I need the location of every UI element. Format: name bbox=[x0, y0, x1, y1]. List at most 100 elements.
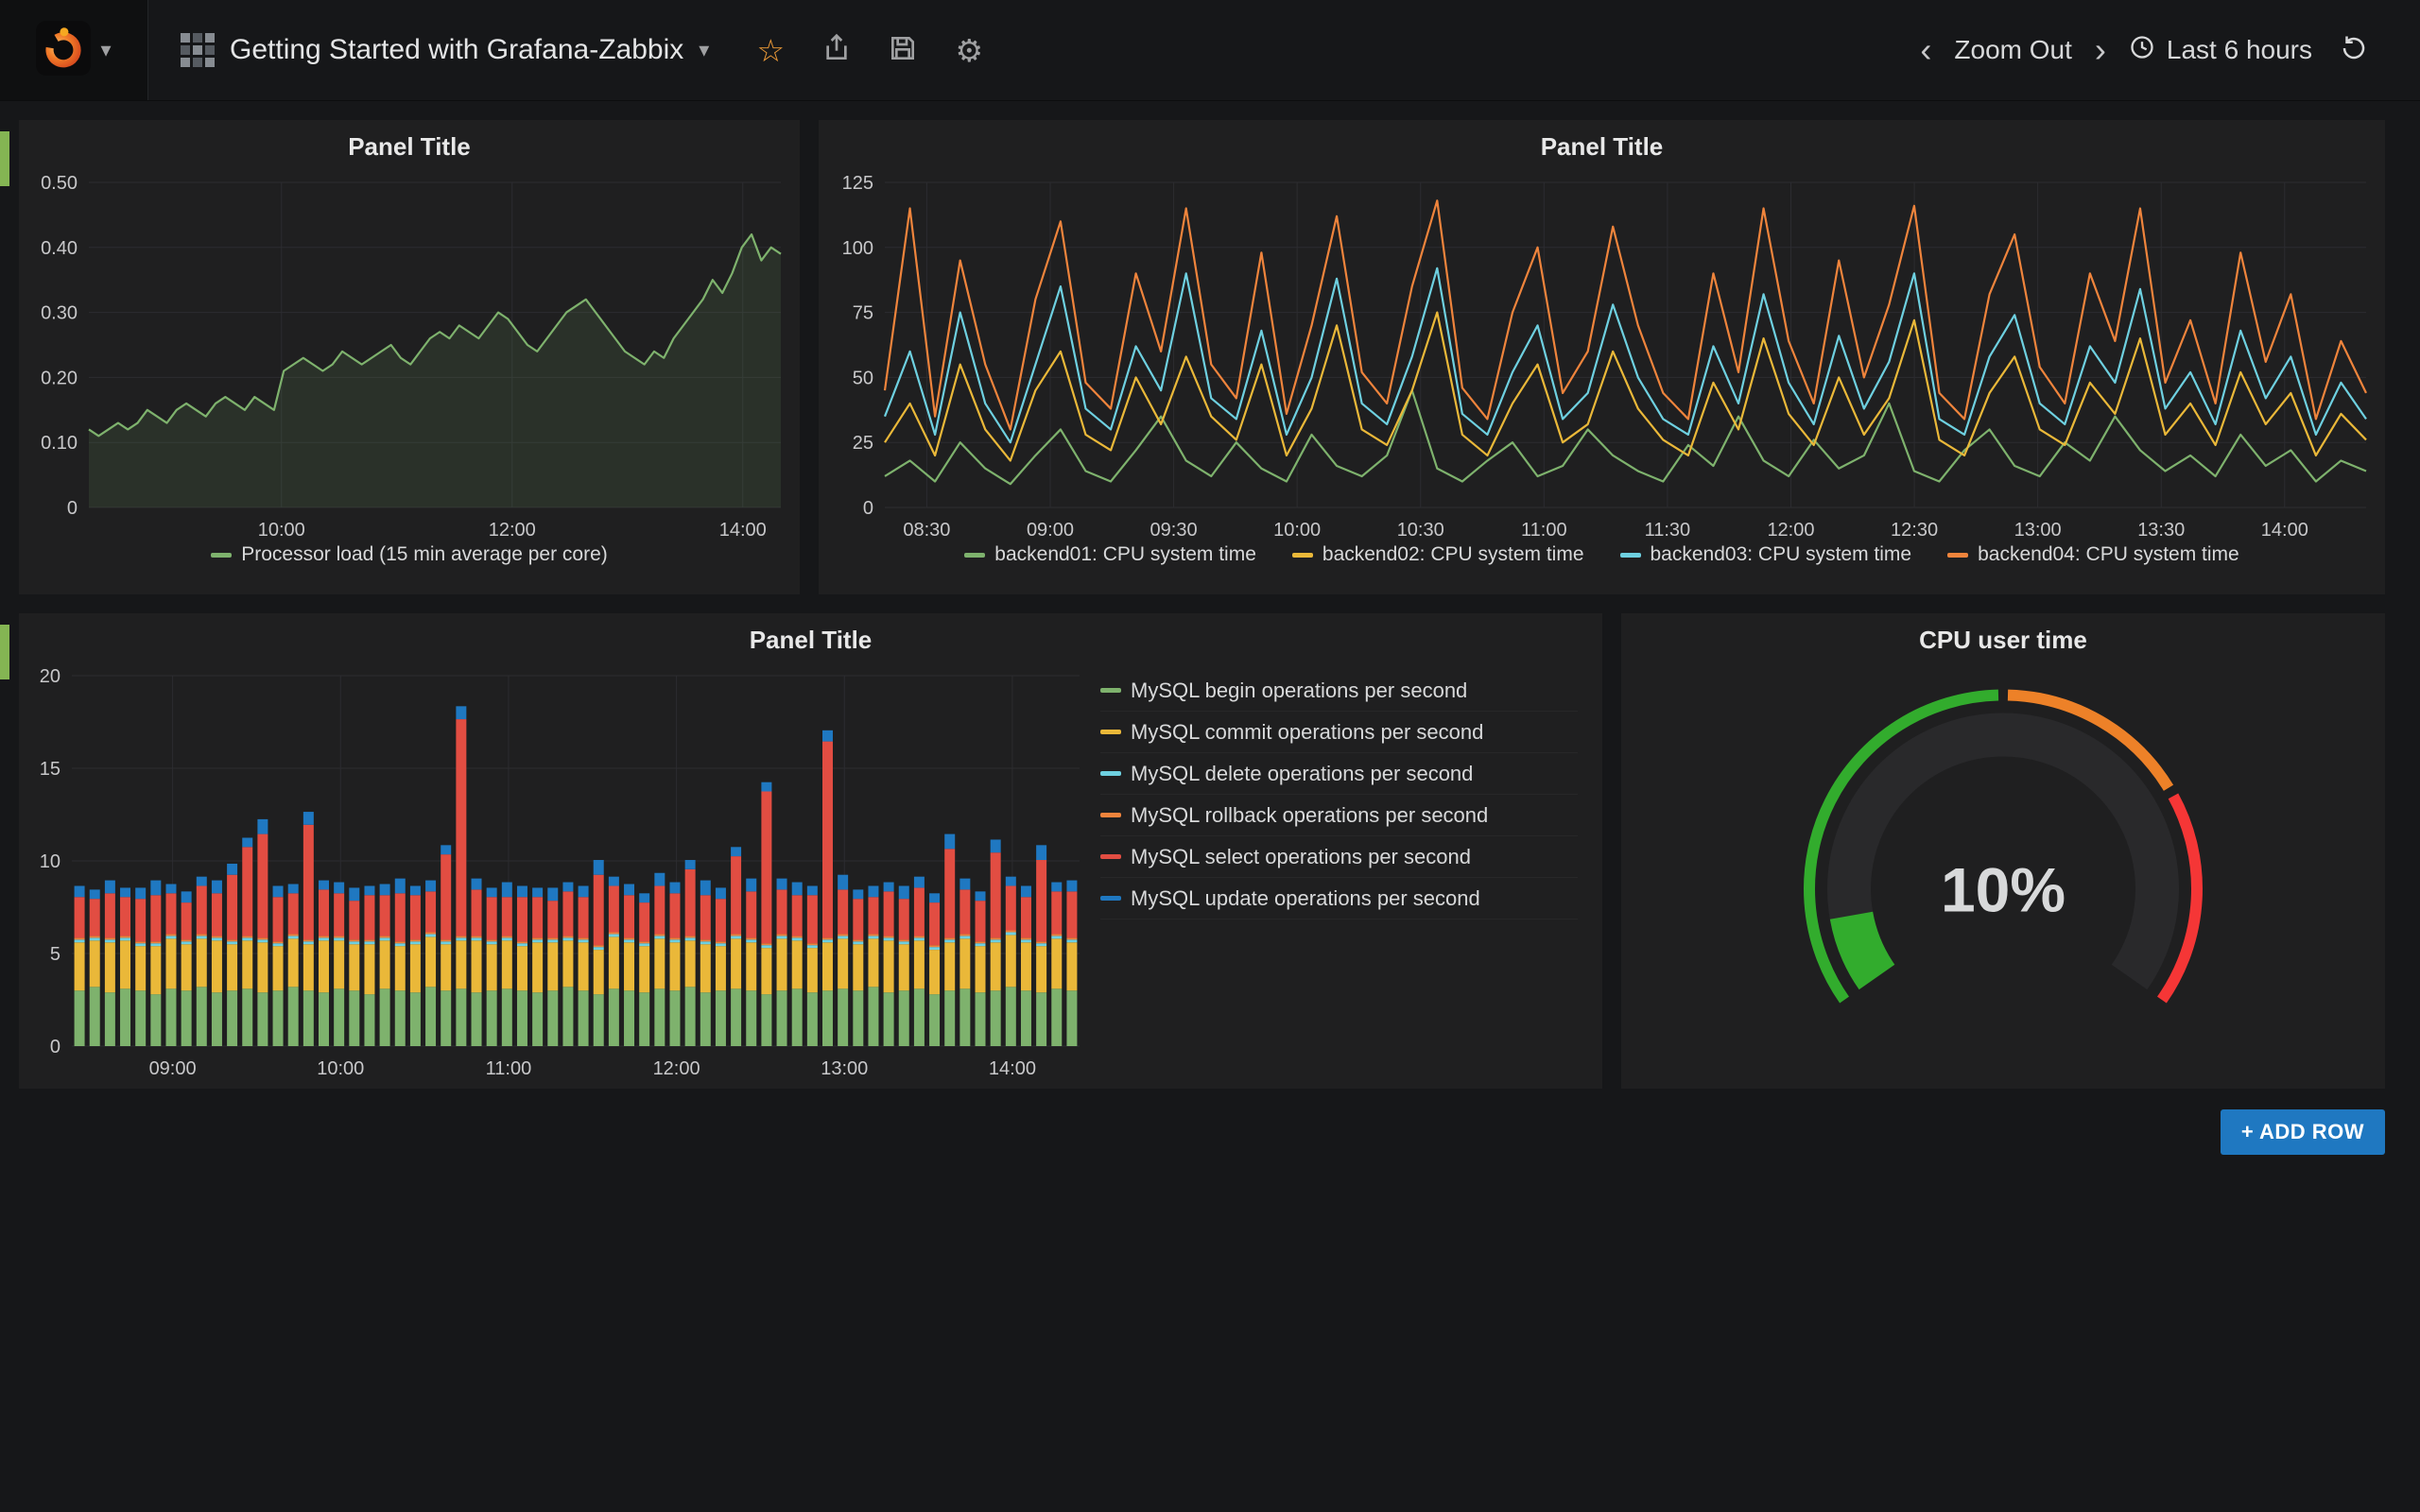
gauge-cpu-user-time[interactable]: 10% bbox=[1621, 662, 2385, 1089]
legend-swatch-icon bbox=[1100, 730, 1121, 734]
panel-title[interactable]: Panel Title bbox=[19, 120, 800, 169]
svg-text:11:00: 11:00 bbox=[486, 1058, 532, 1079]
gear-icon: ⚙ bbox=[955, 35, 983, 66]
svg-text:0: 0 bbox=[67, 498, 78, 519]
svg-text:12:00: 12:00 bbox=[489, 520, 536, 541]
star-button[interactable]: ☆ bbox=[737, 17, 804, 83]
share-button[interactable] bbox=[804, 17, 870, 83]
svg-text:5: 5 bbox=[50, 944, 60, 965]
star-icon: ☆ bbox=[756, 35, 785, 66]
svg-text:13:30: 13:30 bbox=[2137, 520, 2185, 541]
legend-item[interactable]: MySQL delete operations per second bbox=[1100, 753, 1578, 795]
legend-label: backend02: CPU system time bbox=[1322, 543, 1584, 566]
legend-item[interactable]: backend01: CPU system time bbox=[964, 543, 1256, 566]
legend-swatch-icon bbox=[211, 553, 232, 558]
legend-swatch-icon bbox=[964, 553, 985, 558]
gauge-canvas[interactable]: 10% bbox=[1621, 662, 2385, 1089]
grafana-menu-button[interactable]: ▾ bbox=[0, 0, 148, 100]
add-row-button[interactable]: + ADD ROW bbox=[2221, 1109, 2385, 1155]
svg-text:13:00: 13:00 bbox=[821, 1058, 868, 1079]
line-chart-canvas[interactable]: 025507510012508:3009:0009:3010:0010:3011… bbox=[819, 169, 2385, 543]
grafana-logo-icon bbox=[36, 21, 91, 80]
line-chart-canvas[interactable]: 0 0.10 0.20 0.30 0.40 0.50 10:00 12:00 14:00 bbox=[19, 169, 800, 543]
svg-text:0.30: 0.30 bbox=[41, 303, 78, 324]
legend-item[interactable]: MySQL begin operations per second bbox=[1100, 670, 1578, 712]
refresh-icon bbox=[2340, 34, 2368, 67]
svg-text:11:30: 11:30 bbox=[1645, 520, 1691, 541]
clock-icon bbox=[2129, 34, 2155, 67]
svg-text:12:30: 12:30 bbox=[1891, 520, 1938, 541]
svg-text:09:00: 09:00 bbox=[149, 1058, 197, 1079]
time-range-label: Last 6 hours bbox=[2167, 35, 2312, 65]
share-icon bbox=[821, 33, 852, 68]
svg-text:13:00: 13:00 bbox=[2014, 520, 2062, 541]
line-chart-cpu-system-time[interactable]: 025507510012508:3009:0009:3010:0010:3011… bbox=[819, 169, 2385, 543]
svg-text:12:00: 12:00 bbox=[653, 1058, 700, 1079]
bar-chart-canvas[interactable]: 0510152009:0010:0011:0012:0013:0014:00 bbox=[19, 662, 1095, 1082]
chart-legend: backend01: CPU system time backend02: CPU… bbox=[819, 543, 2385, 594]
legend-item[interactable]: MySQL update operations per second bbox=[1100, 878, 1578, 919]
save-icon bbox=[888, 33, 918, 68]
svg-text:0.20: 0.20 bbox=[41, 368, 78, 388]
legend-swatch-icon bbox=[1947, 553, 1968, 558]
svg-text:14:00: 14:00 bbox=[989, 1058, 1036, 1079]
svg-text:20: 20 bbox=[40, 666, 60, 687]
row-toggle-handle[interactable] bbox=[0, 131, 9, 186]
panel-title[interactable]: CPU user time bbox=[1621, 613, 2385, 662]
legend-item[interactable]: Processor load (15 min average per core) bbox=[211, 543, 608, 566]
time-shift-right-button[interactable]: › bbox=[2087, 33, 2114, 67]
svg-text:10: 10 bbox=[40, 851, 60, 872]
svg-text:12:00: 12:00 bbox=[1767, 520, 1814, 541]
svg-text:100: 100 bbox=[842, 238, 873, 259]
svg-text:09:30: 09:30 bbox=[1150, 520, 1198, 541]
svg-text:10:00: 10:00 bbox=[1273, 520, 1321, 541]
time-shift-left-button[interactable]: ‹ bbox=[1912, 33, 1939, 67]
caret-down-icon: ▾ bbox=[699, 40, 709, 60]
legend-swatch-icon bbox=[1620, 553, 1641, 558]
legend-swatch-icon bbox=[1100, 771, 1121, 776]
legend-label: Processor load (15 min average per core) bbox=[241, 543, 608, 566]
svg-text:10:00: 10:00 bbox=[317, 1058, 364, 1079]
time-range-picker[interactable]: Last 6 hours bbox=[2119, 34, 2322, 67]
svg-text:0.10: 0.10 bbox=[41, 433, 78, 454]
dashboard-title-dropdown[interactable]: Getting Started with Grafana-Zabbix ▾ bbox=[148, 0, 737, 100]
gauge-value: 10% bbox=[1941, 855, 2066, 925]
svg-text:08:30: 08:30 bbox=[903, 520, 950, 541]
svg-text:0.40: 0.40 bbox=[41, 238, 78, 259]
legend-label: MySQL select operations per second bbox=[1131, 845, 1471, 869]
legend-label: MySQL commit operations per second bbox=[1131, 720, 1483, 745]
legend-item[interactable]: backend02: CPU system time bbox=[1292, 543, 1584, 566]
panel-cpu-system-time: Panel Title 025507510012508:3009:0009:30… bbox=[819, 120, 2385, 594]
panel-mysql-operations: Panel Title 0510152009:0010:0011:0012:00… bbox=[19, 613, 1602, 1089]
refresh-button[interactable] bbox=[2327, 24, 2380, 77]
row-toggle-handle[interactable] bbox=[0, 625, 9, 679]
svg-text:0: 0 bbox=[863, 498, 873, 519]
svg-text:25: 25 bbox=[853, 433, 873, 454]
caret-down-icon: ▾ bbox=[100, 40, 111, 60]
panel-title[interactable]: Panel Title bbox=[819, 120, 2385, 169]
save-button[interactable] bbox=[870, 17, 936, 83]
line-chart-processor-load[interactable]: 0 0.10 0.20 0.30 0.40 0.50 10:00 12:00 14:00 bbox=[19, 169, 800, 543]
svg-text:0.50: 0.50 bbox=[41, 173, 78, 194]
legend-item[interactable]: backend03: CPU system time bbox=[1620, 543, 1912, 566]
svg-text:15: 15 bbox=[40, 759, 60, 780]
legend-item[interactable]: MySQL commit operations per second bbox=[1100, 712, 1578, 753]
legend-swatch-icon bbox=[1292, 553, 1313, 558]
legend-item[interactable]: MySQL rollback operations per second bbox=[1100, 795, 1578, 836]
legend-item[interactable]: MySQL select operations per second bbox=[1100, 836, 1578, 878]
settings-button[interactable]: ⚙ bbox=[936, 17, 1002, 83]
legend-swatch-icon bbox=[1100, 896, 1121, 901]
legend-label: backend01: CPU system time bbox=[994, 543, 1256, 566]
stacked-bar-chart-mysql[interactable]: 0510152009:0010:0011:0012:0013:0014:00 bbox=[19, 662, 1095, 1082]
panel-title[interactable]: Panel Title bbox=[19, 613, 1602, 662]
dashboard-title: Getting Started with Grafana-Zabbix bbox=[230, 34, 683, 66]
legend-label: MySQL rollback operations per second bbox=[1131, 803, 1488, 828]
legend-swatch-icon bbox=[1100, 854, 1121, 859]
legend-item[interactable]: backend04: CPU system time bbox=[1947, 543, 2239, 566]
svg-text:14:00: 14:00 bbox=[719, 520, 767, 541]
zoom-out-button[interactable]: Zoom Out bbox=[1945, 35, 2081, 65]
svg-text:11:00: 11:00 bbox=[1521, 520, 1567, 541]
panel-processor-load: Panel Title 0 0.10 0.20 0.30 0.40 0.50 10:00 12… bbox=[19, 120, 800, 594]
navbar: ▾ Getting Started with Grafana-Zabbix ▾ … bbox=[0, 0, 2420, 101]
svg-text:10:00: 10:00 bbox=[258, 520, 305, 541]
